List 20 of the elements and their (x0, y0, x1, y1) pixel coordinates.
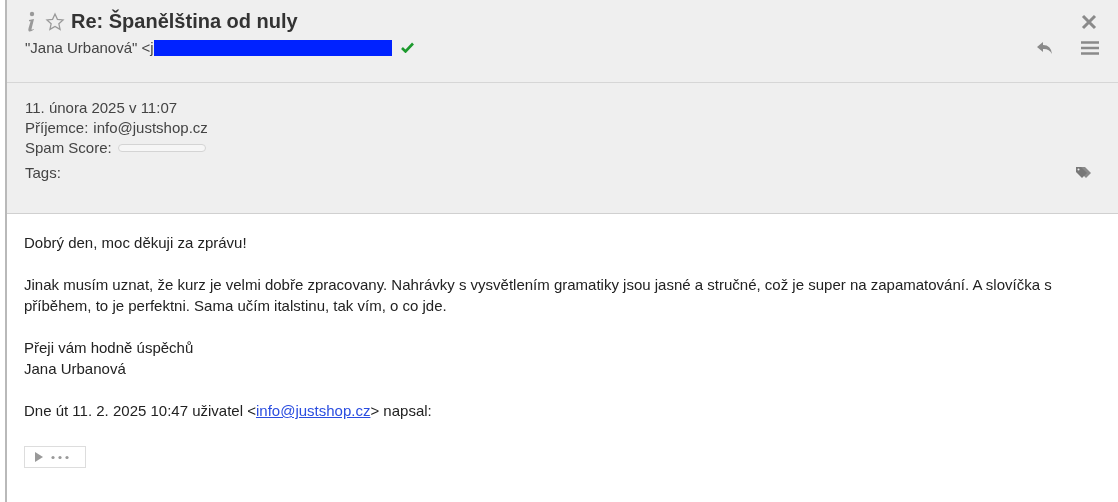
quote-intro: Dne út 11. 2. 2025 10:47 uživatel <info@justshop.cz> napsal: (24, 401, 433, 421)
body-text: Dobrý den, moc děkuji za zprávu! (24, 233, 248, 253)
star-icon[interactable] (45, 11, 65, 32)
recipient-label: Příjemce: (25, 119, 89, 136)
menu-icon[interactable] (1081, 40, 1099, 55)
body-text: Jana Urbanová (24, 359, 127, 379)
close-icon[interactable] (1081, 13, 1097, 30)
spam-score-label: Spam Score: (25, 138, 112, 158)
message-date: 11. února 2025 v 11:07 (25, 98, 179, 118)
message-subject: Re: Španělština od nuly (71, 10, 298, 33)
tags-label: Tags: (25, 163, 61, 183)
body-text: Jinak musím uznat, že kurz je velmi dobře zpracovany. Nahrávky s vysvětlením gramatiky jsou jasné a stručné, což je super na zapamatování. A slovíčka s příběhem, to je perfektni. Sama učím italstinu, tak vím, o co jde. (24, 275, 1053, 316)
info-icon[interactable] (25, 10, 37, 33)
recipient-address: info@justshop.cz (93, 119, 208, 136)
quote-expand-button[interactable] (24, 446, 86, 468)
reply-icon[interactable] (1037, 41, 1053, 54)
sender-address: "Jana Urbanová" <j (25, 39, 154, 56)
body-text: Přeji vám hodně úspěchů (24, 338, 195, 358)
tag-icon[interactable] (1075, 166, 1093, 180)
email-link[interactable]: info@justshop.cz (256, 402, 371, 419)
